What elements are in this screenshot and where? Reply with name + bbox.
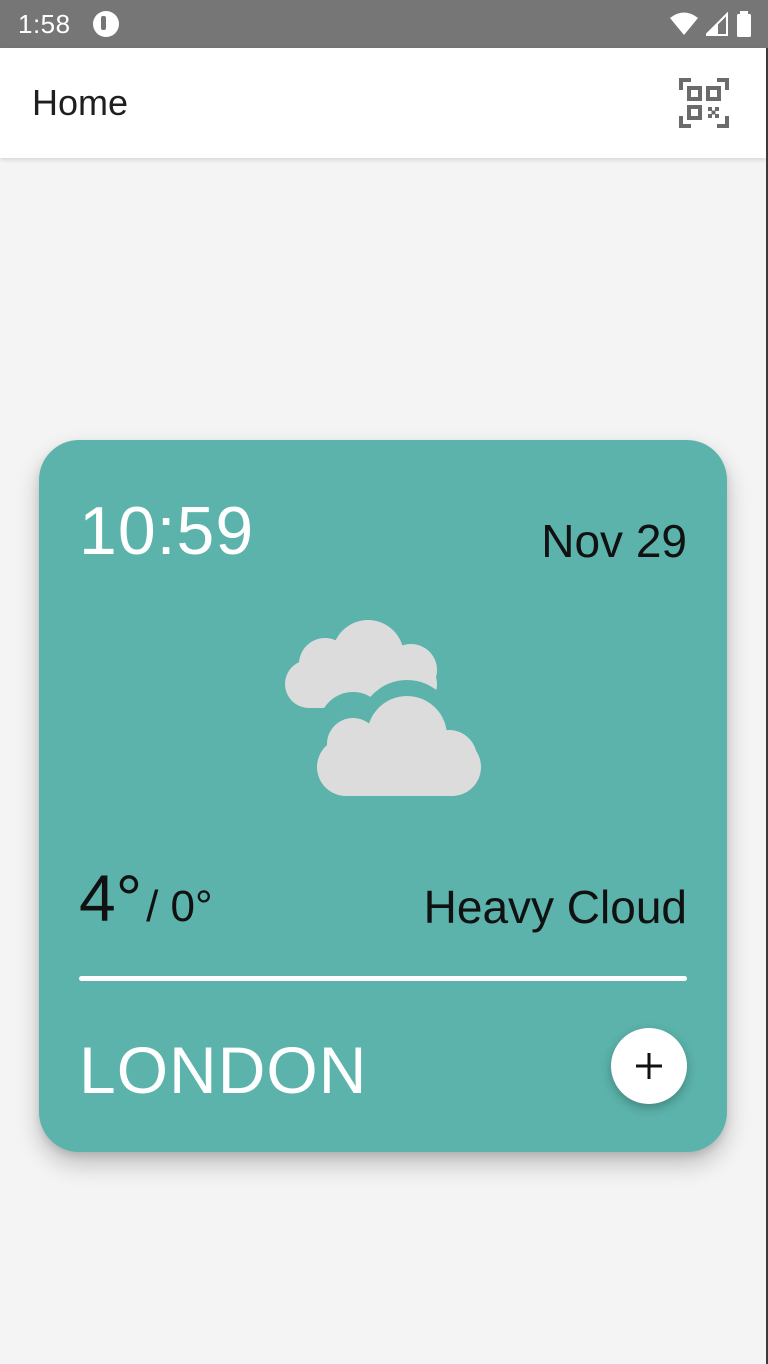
status-bar: 1:58 (0, 0, 768, 48)
city-name: LONDON (79, 1033, 368, 1107)
page-title: Home (32, 82, 129, 123)
temperature-row: 4° / 0° (79, 860, 213, 936)
status-time: 1:58 (18, 8, 71, 39)
app-bar: Home (0, 48, 766, 158)
temp-high: 4° (79, 861, 143, 935)
add-city-button[interactable] (611, 1028, 687, 1104)
battery-icon (737, 11, 751, 37)
status-left: 1:58 (18, 9, 119, 40)
weather-card[interactable]: 10:59 Nov 29 4° / 0° Heavy Cloud LONDON (39, 440, 727, 1152)
card-divider (79, 976, 687, 981)
weather-condition: Heavy Cloud (423, 881, 687, 933)
app-notification-icon (92, 11, 119, 37)
card-time: 10:59 (79, 493, 255, 569)
cellular-signal-icon (706, 12, 728, 36)
qr-scan-button[interactable] (678, 77, 730, 129)
plus-icon (636, 1053, 662, 1079)
status-right (670, 11, 752, 37)
heavy-cloud-icon (285, 620, 485, 798)
wifi-icon (670, 12, 698, 35)
qr-code-scan-icon (679, 78, 729, 128)
temp-low: / 0° (146, 882, 213, 931)
card-date: Nov 29 (541, 515, 687, 567)
